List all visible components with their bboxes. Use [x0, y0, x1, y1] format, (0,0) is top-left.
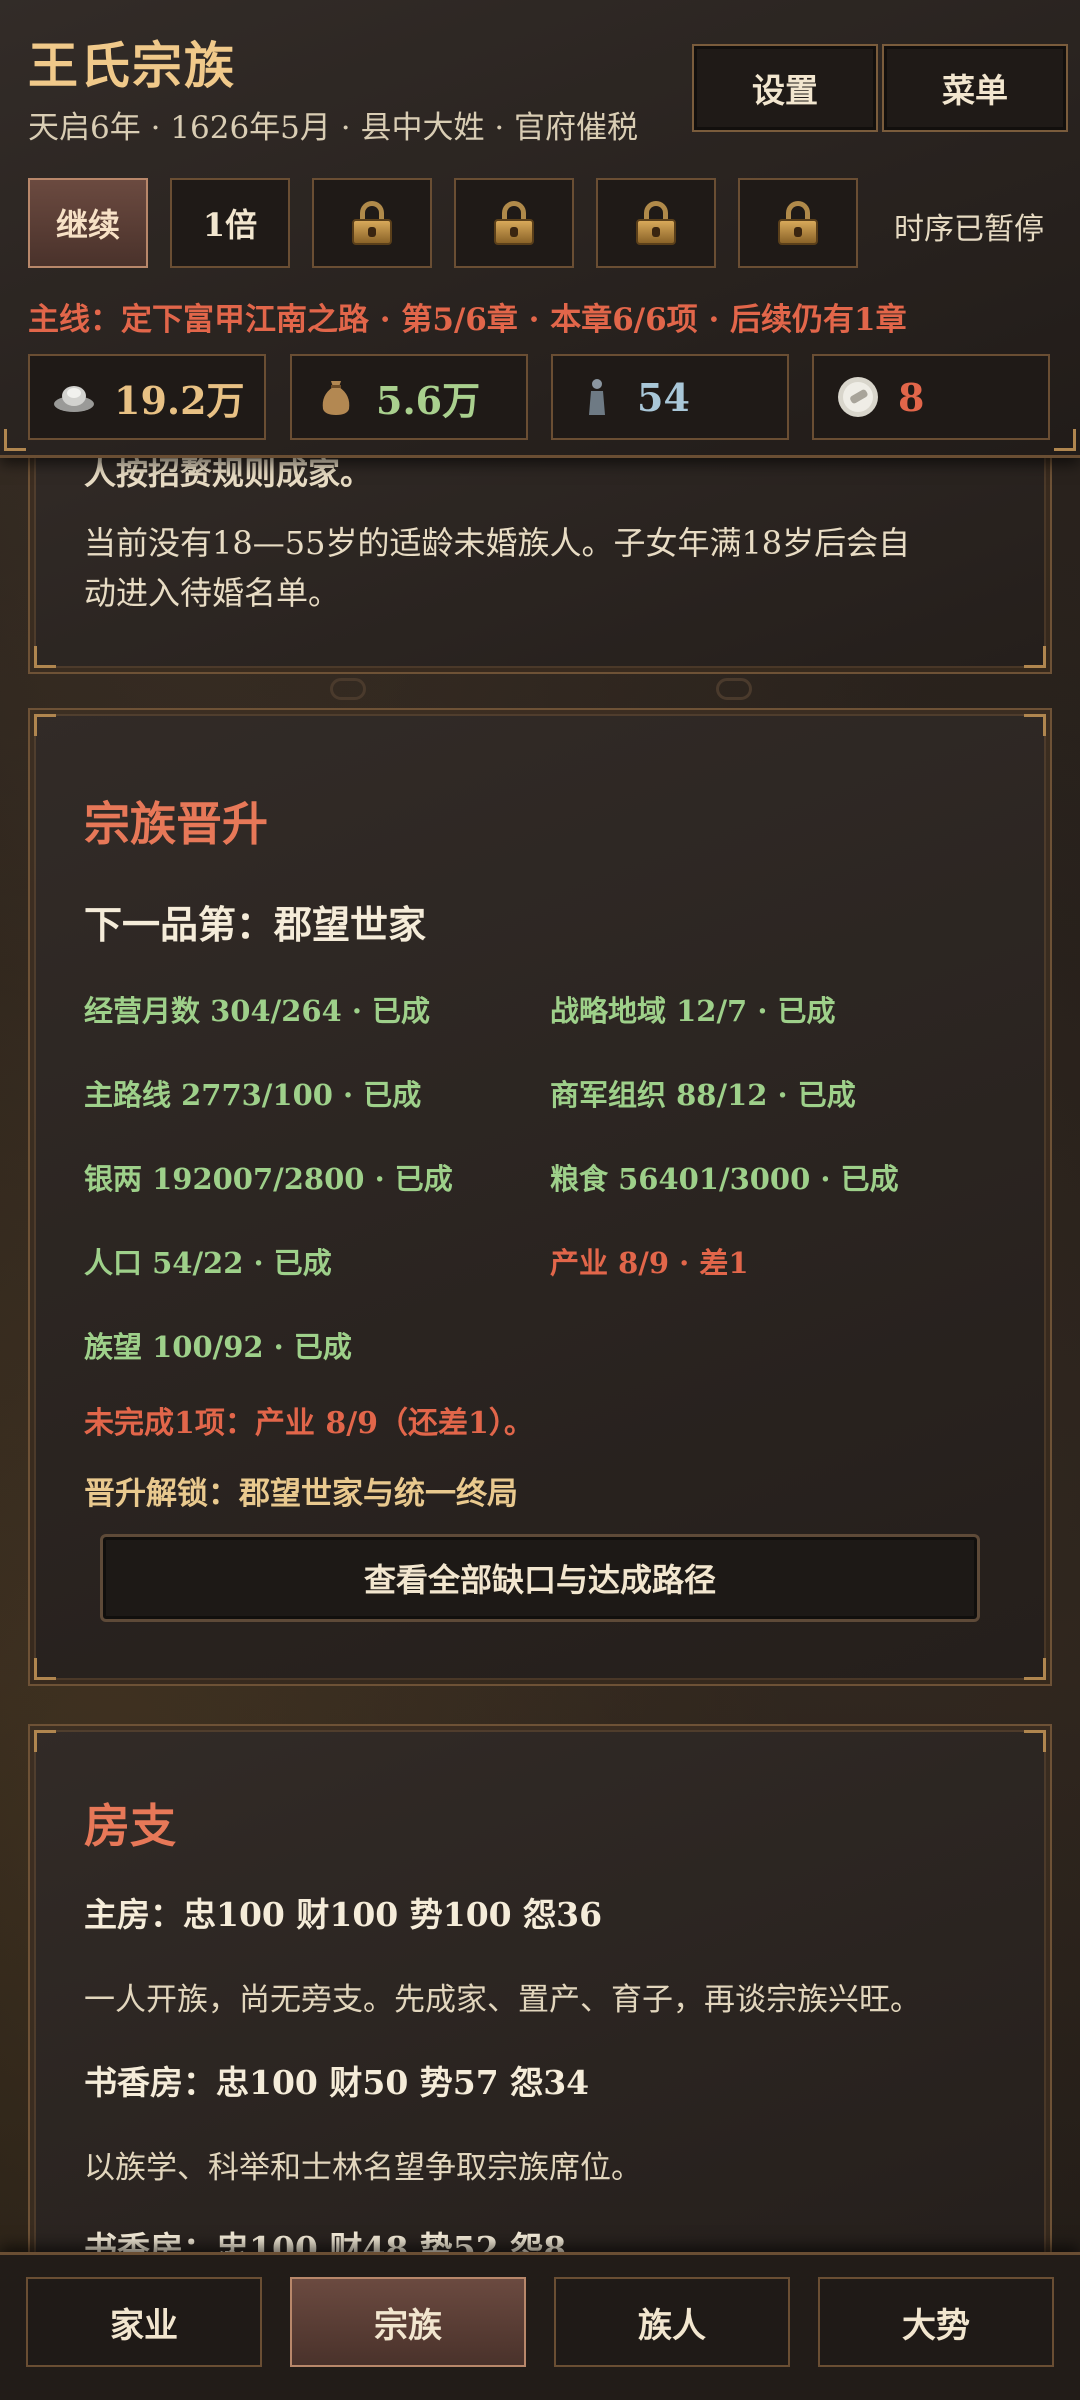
branch-head: 主房：忠100 财100 势100 怨36	[84, 1895, 603, 1934]
requirement-item-missing: 产业 8/9 · 差1	[550, 1246, 749, 1280]
scroll-coin-icon	[836, 375, 880, 419]
marriage-text-line2: 动进入待婚名单。	[84, 574, 341, 612]
branch-head: 书香房：忠100 财50 势57 怨34	[84, 2063, 590, 2102]
requirement-item: 主路线 2773/100 · 已成	[84, 1078, 422, 1112]
corner-ornament	[1024, 646, 1046, 668]
branches-title: 房支	[84, 1799, 176, 1853]
promotion-title: 宗族晋升	[84, 797, 268, 851]
resource-silver[interactable]: 19.2万	[28, 354, 266, 440]
speed-locked-button[interactable]	[596, 178, 716, 268]
resource-grain[interactable]: 5.6万	[290, 354, 528, 440]
speed-1x-button[interactable]: 1倍	[170, 178, 290, 268]
corner-ornament	[1024, 1658, 1046, 1680]
speed-locked-button[interactable]	[738, 178, 858, 268]
menu-button[interactable]: 菜单	[882, 44, 1068, 132]
clan-title: 王氏宗族	[28, 36, 236, 95]
silver-value: 19.2万	[114, 377, 245, 423]
branch-desc: 以族学、科举和士林名望争取宗族席位。	[84, 2150, 642, 2186]
settings-button[interactable]: 设置	[692, 44, 878, 132]
speed-locked-button[interactable]	[454, 178, 574, 268]
grain-sack-icon	[314, 375, 358, 419]
grain-value: 5.6万	[376, 377, 481, 423]
next-rank-title: 下一品第：郡望世家	[84, 902, 427, 947]
lock-icon	[492, 201, 536, 245]
resource-people[interactable]: 54	[551, 354, 789, 440]
marriage-text-line1: 当前没有18—55岁的适龄未婚族人。子女年满18岁后会自	[84, 524, 911, 562]
era-status-line: 天启6年 · 1626年5月 · 县中大姓 · 官府催税	[28, 110, 639, 146]
requirement-item: 商军组织 88/12 · 已成	[550, 1078, 856, 1112]
requirement-item: 粮食 56401/3000 · 已成	[550, 1162, 899, 1196]
corner-ornament	[34, 646, 56, 668]
panel-connector-ornament	[330, 678, 366, 700]
incomplete-notice: 未完成1项：产业 8/9（还差1）。	[84, 1406, 534, 1441]
nav-tab-members[interactable]: 族人	[554, 2277, 790, 2367]
panel-connector-ornament	[716, 678, 752, 700]
corner-ornament	[34, 1658, 56, 1680]
silver-ingot-icon	[52, 375, 96, 419]
requirement-item: 战略地域 12/7 · 已成	[550, 994, 836, 1028]
lock-icon	[634, 201, 678, 245]
bottom-navigation: 家业 宗族 族人 大势	[0, 2252, 1080, 2400]
person-figure-icon	[575, 375, 619, 419]
nav-tab-estate[interactable]: 家业	[26, 2277, 262, 2367]
corner-ornament	[34, 714, 56, 736]
top-header: 王氏宗族 天启6年 · 1626年5月 · 县中大姓 · 官府催税 设置 菜单 …	[0, 0, 1080, 458]
requirement-item: 人口 54/22 · 已成	[84, 1246, 332, 1280]
nav-tab-situation[interactable]: 大势	[818, 2277, 1054, 2367]
view-gaps-button[interactable]: 查看全部缺口与达成路径	[100, 1534, 980, 1622]
corner-ornament	[4, 429, 26, 451]
lock-icon	[350, 201, 394, 245]
requirement-item: 经营月数 304/264 · 已成	[84, 994, 431, 1028]
continue-button[interactable]: 继续	[28, 178, 148, 268]
requirement-item: 族望 100/92 · 已成	[84, 1330, 352, 1364]
mainline-quest: 主线：定下富甲江南之路 · 第5/6章 · 本章6/6项 · 后续仍有1章	[28, 302, 907, 338]
paused-status: 时序已暂停	[894, 212, 1044, 247]
people-value: 54	[637, 374, 690, 420]
requirement-item: 银两 192007/2800 · 已成	[84, 1162, 453, 1196]
corner-ornament	[34, 1730, 56, 1752]
nav-tab-clan[interactable]: 宗族	[290, 2277, 526, 2367]
resource-prestige[interactable]: 8	[812, 354, 1050, 440]
promotion-unlock-text: 晋升解锁：郡望世家与统一终局	[84, 1476, 518, 1512]
prestige-value: 8	[898, 374, 925, 420]
lock-icon	[776, 201, 820, 245]
branch-desc: 一人开族，尚无旁支。先成家、置产、育子，再谈宗族兴旺。	[84, 1982, 921, 2018]
corner-ornament	[1024, 1730, 1046, 1752]
corner-ornament	[1024, 714, 1046, 736]
speed-locked-button[interactable]	[312, 178, 432, 268]
corner-ornament	[1054, 429, 1076, 451]
